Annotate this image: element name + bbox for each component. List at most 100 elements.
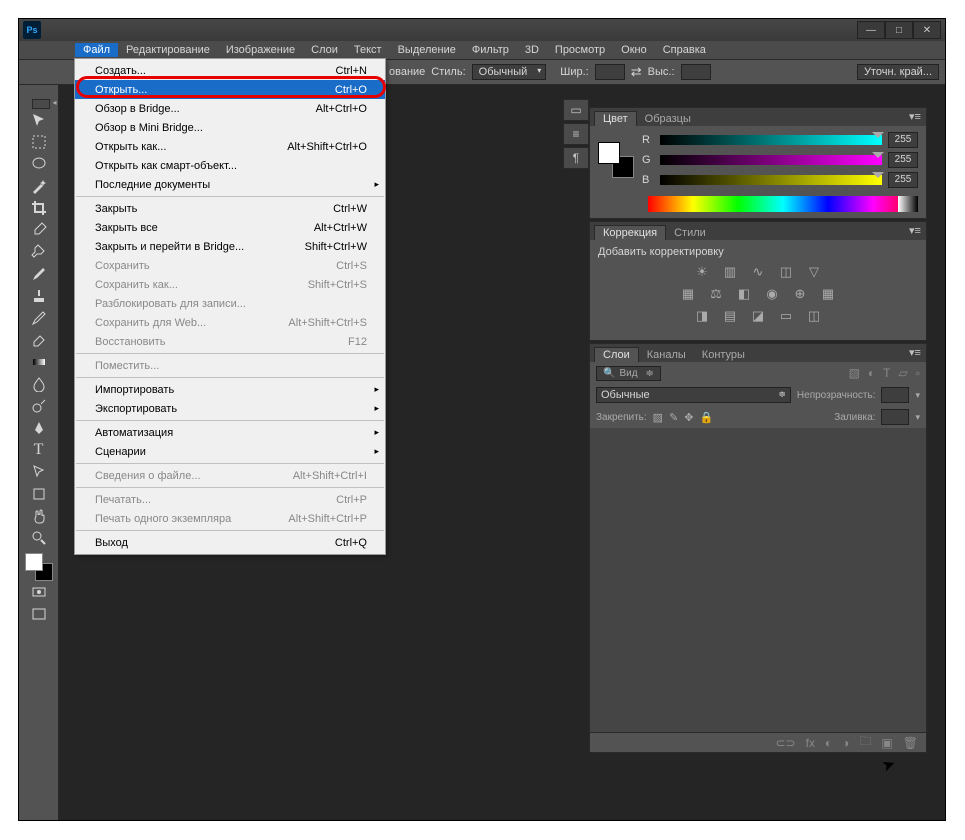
layers-menu-icon[interactable]: ▾≡ xyxy=(907,346,923,359)
adj-curves-icon[interactable]: ∿ xyxy=(749,264,767,280)
path-selection-tool[interactable] xyxy=(27,461,51,483)
foreground-color-swatch[interactable] xyxy=(25,553,43,571)
menu-item-сценарии[interactable]: Сценарии▸ xyxy=(75,442,385,461)
adj-brightness-icon[interactable]: ☀ xyxy=(693,264,711,280)
adj-selective-color-icon[interactable]: ◫ xyxy=(805,308,823,324)
filter-pixel-icon[interactable]: ▧ xyxy=(849,366,860,380)
menu-item-открыть-как-смарт-объект[interactable]: Открыть как смарт-объект... xyxy=(75,156,385,175)
close-button[interactable]: ✕ xyxy=(913,21,941,39)
opacity-input[interactable] xyxy=(881,387,909,403)
mini-fg-swatch[interactable] xyxy=(598,142,620,164)
link-layers-icon[interactable]: ⊂⊃ xyxy=(775,736,795,750)
menu-окно[interactable]: Окно xyxy=(613,43,655,57)
hand-tool[interactable] xyxy=(27,505,51,527)
adjustments-menu-icon[interactable]: ▾≡ xyxy=(907,224,923,237)
tab-adjustments[interactable]: Коррекция xyxy=(594,225,666,240)
adj-invert-icon[interactable]: ◨ xyxy=(693,308,711,324)
menu-item-закрыть-и-перейти-в-bridge[interactable]: Закрыть и перейти в Bridge...Shift+Ctrl+… xyxy=(75,237,385,256)
new-layer-icon[interactable]: ▣ xyxy=(881,736,892,750)
tab-paths[interactable]: Контуры xyxy=(694,348,753,362)
tab-color[interactable]: Цвет xyxy=(594,111,637,126)
menu-item-автоматизация[interactable]: Автоматизация▸ xyxy=(75,423,385,442)
adj-channel-mixer-icon[interactable]: ⊕ xyxy=(791,286,809,302)
adj-photo-filter-icon[interactable]: ◉ xyxy=(763,286,781,302)
shape-tool[interactable] xyxy=(27,483,51,505)
dodge-tool[interactable] xyxy=(27,395,51,417)
layer-filter-select[interactable]: 🔍Вид≑ xyxy=(596,366,661,381)
clone-stamp-tool[interactable] xyxy=(27,285,51,307)
menu-item-закрыть-все[interactable]: Закрыть всеAlt+Ctrl+W xyxy=(75,218,385,237)
adj-exposure-icon[interactable]: ◫ xyxy=(777,264,795,280)
style-select[interactable]: Обычный xyxy=(472,64,547,80)
healing-brush-tool[interactable] xyxy=(27,241,51,263)
menu-просмотр[interactable]: Просмотр xyxy=(547,43,613,57)
marquee-tool[interactable] xyxy=(27,131,51,153)
new-group-icon[interactable]: 🗀 xyxy=(859,732,871,753)
magic-wand-tool[interactable] xyxy=(27,175,51,197)
tab-swatches[interactable]: Образцы xyxy=(637,112,699,126)
lock-pixels-icon[interactable]: ✎ xyxy=(669,411,678,424)
adj-levels-icon[interactable]: ▥ xyxy=(721,264,739,280)
menu-item-последние-документы[interactable]: Последние документы▸ xyxy=(75,175,385,194)
height-input[interactable] xyxy=(681,64,711,80)
adj-gradient-map-icon[interactable]: ▭ xyxy=(777,308,795,324)
tab-layers[interactable]: Слои xyxy=(594,347,639,362)
adj-posterize-icon[interactable]: ▤ xyxy=(721,308,739,324)
swap-wh-icon[interactable]: ⇄ xyxy=(631,64,642,80)
b-slider[interactable] xyxy=(660,175,882,185)
r-slider[interactable] xyxy=(660,135,882,145)
color-spectrum[interactable] xyxy=(648,196,918,212)
history-brush-tool[interactable] xyxy=(27,307,51,329)
r-value[interactable]: 255 xyxy=(888,132,918,148)
menu-файл[interactable]: Файл xyxy=(75,43,118,57)
lasso-tool[interactable] xyxy=(27,153,51,175)
adj-threshold-icon[interactable]: ◪ xyxy=(749,308,767,324)
menu-редактирование[interactable]: Редактирование xyxy=(118,43,218,57)
menu-текст[interactable]: Текст xyxy=(346,43,390,57)
fill-input[interactable] xyxy=(881,409,909,425)
b-value[interactable]: 255 xyxy=(888,172,918,188)
menu-item-закрыть[interactable]: ЗакрытьCtrl+W xyxy=(75,199,385,218)
adj-hue-icon[interactable]: ▦ xyxy=(679,286,697,302)
menu-справка[interactable]: Справка xyxy=(655,43,714,57)
eyedropper-tool[interactable] xyxy=(27,219,51,241)
lock-position-icon[interactable]: ✥ xyxy=(684,411,693,424)
lock-all-icon[interactable]: 🔒 xyxy=(700,411,714,424)
menu-item-экспортировать[interactable]: Экспортировать▸ xyxy=(75,399,385,418)
foreground-background-colors[interactable] xyxy=(25,553,53,581)
menu-item-создать[interactable]: Создать...Ctrl+N xyxy=(75,61,385,80)
menu-слои[interactable]: Слои xyxy=(303,43,346,57)
layer-mask-icon[interactable]: ◐ xyxy=(825,736,832,750)
type-tool[interactable]: T xyxy=(27,439,51,461)
adj-vibrance-icon[interactable]: ▽ xyxy=(805,264,823,280)
width-input[interactable] xyxy=(595,64,625,80)
gradient-tool[interactable] xyxy=(27,351,51,373)
menu-item-импортировать[interactable]: Импортировать▸ xyxy=(75,380,385,399)
toolbox-handle[interactable] xyxy=(32,99,50,109)
adj-color-lookup-icon[interactable]: ▦ xyxy=(819,286,837,302)
menu-item-выход[interactable]: ВыходCtrl+Q xyxy=(75,533,385,552)
adj-balance-icon[interactable]: ⚖ xyxy=(707,286,725,302)
dock-character-icon[interactable]: ≡ xyxy=(563,123,589,145)
filter-shape-icon[interactable]: ▱ xyxy=(899,366,908,380)
blur-tool[interactable] xyxy=(27,373,51,395)
eraser-tool[interactable] xyxy=(27,329,51,351)
menu-item-открыть-как[interactable]: Открыть как...Alt+Shift+Ctrl+O xyxy=(75,137,385,156)
color-panel-menu-icon[interactable]: ▾≡ xyxy=(907,110,923,123)
pen-tool[interactable] xyxy=(27,417,51,439)
lock-transparency-icon[interactable]: ▨ xyxy=(653,411,663,424)
filter-smart-icon[interactable]: ▫ xyxy=(916,366,920,380)
tab-styles[interactable]: Стили xyxy=(666,226,714,240)
zoom-tool[interactable] xyxy=(27,527,51,549)
filter-type-icon[interactable]: T xyxy=(883,366,890,380)
adj-bw-icon[interactable]: ◧ xyxy=(735,286,753,302)
brush-tool[interactable] xyxy=(27,263,51,285)
filter-adjustment-icon[interactable]: ◐ xyxy=(868,366,875,380)
g-value[interactable]: 255 xyxy=(888,152,918,168)
menu-item-обзор-в-mini-bridge[interactable]: Обзор в Mini Bridge... xyxy=(75,118,385,137)
minimize-button[interactable]: — xyxy=(857,21,885,39)
refine-edge-button[interactable]: Уточн. край... xyxy=(857,64,939,80)
crop-tool[interactable] xyxy=(27,197,51,219)
screen-mode-tool[interactable] xyxy=(27,603,51,625)
menu-item-обзор-в-bridge[interactable]: Обзор в Bridge...Alt+Ctrl+O xyxy=(75,99,385,118)
